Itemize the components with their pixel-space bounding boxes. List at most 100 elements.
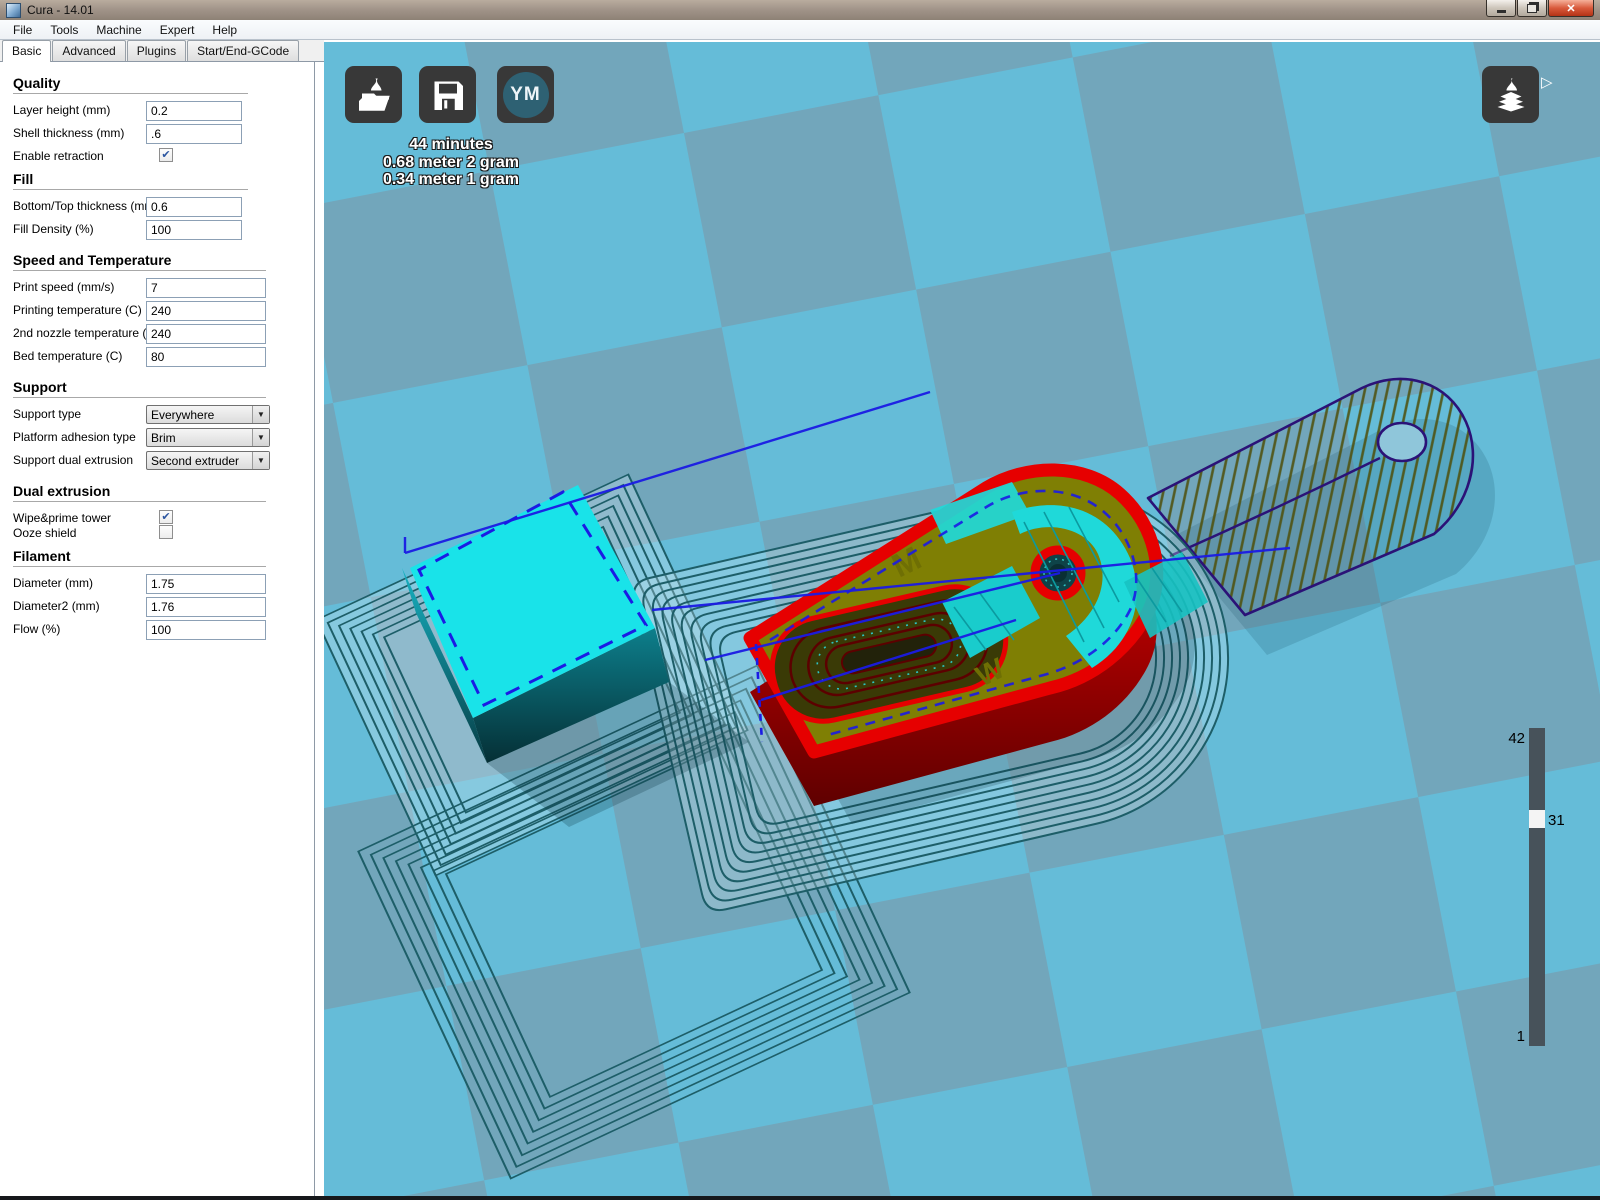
support-dual-extrusion-select[interactable]: Second extruder ▼	[146, 451, 270, 470]
support-dual-extrusion-row: Support dual extrusion Second extruder ▼	[13, 451, 314, 474]
ooze-shield-row: Ooze shield	[13, 524, 314, 539]
enable-retraction-row: Enable retraction	[13, 147, 314, 162]
restore-button[interactable]	[1517, 0, 1547, 17]
bed-temperature-label: Bed temperature (C)	[13, 348, 122, 364]
diameter-input[interactable]	[146, 574, 266, 594]
bed-temperature-row: Bed temperature (C)	[13, 347, 314, 370]
section-fill: Fill	[13, 171, 314, 187]
caption-buttons: ✕	[1485, 0, 1594, 17]
shell-thickness-label: Shell thickness (mm)	[13, 125, 124, 141]
layer-max-label: 42	[1501, 730, 1525, 747]
diameter2-label: Diameter2 (mm)	[13, 598, 100, 614]
chevron-down-icon: ▼	[252, 429, 269, 446]
menu-help[interactable]: Help	[203, 21, 246, 39]
menu-bar: File Tools Machine Expert Help	[0, 20, 1600, 40]
enable-retraction-checkbox[interactable]	[159, 148, 173, 162]
flow-label: Flow (%)	[13, 621, 60, 637]
restore-icon	[1527, 4, 1537, 13]
build-plate-scene: M W	[324, 42, 1600, 1196]
enable-retraction-label: Enable retraction	[13, 148, 104, 164]
printing-temperature-input[interactable]	[146, 301, 266, 321]
layer-height-input[interactable]	[146, 101, 242, 121]
ooze-shield-label: Ooze shield	[13, 525, 76, 541]
chevron-down-icon: ▼	[252, 452, 269, 469]
diameter2-input[interactable]	[146, 597, 266, 617]
wipe-prime-tower-row: Wipe&prime tower	[13, 509, 314, 524]
close-button[interactable]: ✕	[1548, 0, 1594, 17]
view-mode-expand-icon[interactable]: ▷	[1541, 73, 1553, 91]
youmagine-logo: YM	[503, 72, 549, 118]
support-dual-extrusion-label: Support dual extrusion	[13, 452, 133, 468]
close-icon: ✕	[1566, 2, 1575, 15]
support-type-value: Everywhere	[151, 408, 214, 422]
tab-advanced[interactable]: Advanced	[52, 40, 125, 61]
3d-viewport[interactable]: M W	[324, 42, 1600, 1196]
load-model-icon	[353, 74, 395, 116]
menu-expert[interactable]: Expert	[151, 21, 204, 39]
fill-density-input[interactable]	[146, 220, 242, 240]
flow-row: Flow (%)	[13, 620, 314, 643]
print-speed-row: Print speed (mm/s)	[13, 278, 314, 301]
share-youmagine-button[interactable]: YM	[497, 66, 554, 123]
support-type-label: Support type	[13, 406, 81, 422]
load-model-button[interactable]	[345, 66, 402, 123]
section-support: Support	[13, 379, 314, 395]
divider	[13, 397, 266, 398]
menu-tools[interactable]: Tools	[41, 21, 87, 39]
divider	[13, 566, 266, 567]
bottom-top-thickness-row: Bottom/Top thickness (mm)	[13, 197, 314, 220]
taskbar-edge	[0, 1196, 1600, 1200]
print-speed-label: Print speed (mm/s)	[13, 279, 114, 295]
section-filament: Filament	[13, 548, 314, 564]
title-bar[interactable]: Cura - 14.01 ✕	[0, 0, 1600, 21]
platform-adhesion-value: Brim	[151, 431, 176, 445]
settings-sidebar: Basic Advanced Plugins Start/End-GCode Q…	[0, 40, 324, 1196]
support-type-select[interactable]: Everywhere ▼	[146, 405, 270, 424]
fill-density-row: Fill Density (%)	[13, 220, 314, 243]
platform-adhesion-select[interactable]: Brim ▼	[146, 428, 270, 447]
layers-view-icon	[1490, 74, 1532, 116]
printing-temperature-label: Printing temperature (C)	[13, 302, 142, 318]
divider	[13, 270, 266, 271]
support-dual-extrusion-value: Second extruder	[151, 454, 239, 468]
second-nozzle-temperature-row: 2nd nozzle temperature (C)	[13, 324, 314, 347]
section-speed-temperature: Speed and Temperature	[13, 252, 314, 268]
diameter2-row: Diameter2 (mm)	[13, 597, 314, 620]
tag-hole	[1378, 423, 1426, 461]
layer-height-row: Layer height (mm)	[13, 101, 314, 124]
floppy-disk-icon	[427, 74, 469, 116]
window-title: Cura - 14.01	[27, 3, 94, 17]
second-nozzle-temperature-label: 2nd nozzle temperature (C)	[13, 325, 159, 341]
menu-file[interactable]: File	[4, 21, 41, 39]
ooze-shield-checkbox[interactable]	[159, 525, 173, 539]
layer-slider[interactable]: 42 31 1	[1529, 728, 1545, 1046]
menu-machine[interactable]: Machine	[87, 21, 150, 39]
layer-min-label: 1	[1501, 1028, 1525, 1045]
bed-temperature-input[interactable]	[146, 347, 266, 367]
shell-thickness-row: Shell thickness (mm)	[13, 124, 314, 147]
fill-density-label: Fill Density (%)	[13, 221, 94, 237]
tab-start-end-gcode[interactable]: Start/End-GCode	[187, 40, 299, 61]
cura-window: Cura - 14.01 ✕ File Tools Machine Expert…	[0, 0, 1600, 1200]
flow-input[interactable]	[146, 620, 266, 640]
divider	[13, 93, 248, 94]
second-nozzle-temperature-input[interactable]	[146, 324, 266, 344]
minimize-icon	[1497, 10, 1506, 13]
printing-temperature-row: Printing temperature (C)	[13, 301, 314, 324]
bottom-top-thickness-input[interactable]	[146, 197, 242, 217]
print-speed-input[interactable]	[146, 278, 266, 298]
minimize-button[interactable]	[1486, 0, 1516, 17]
tab-strip: Basic Advanced Plugins Start/End-GCode	[0, 40, 324, 62]
save-toolpath-button[interactable]	[419, 66, 476, 123]
print-time: 44 minutes	[344, 136, 558, 154]
basic-settings-page: Quality Layer height (mm) Shell thicknes…	[0, 62, 315, 1196]
view-mode-button[interactable]	[1482, 66, 1539, 123]
wipe-prime-tower-checkbox[interactable]	[159, 510, 173, 524]
layer-height-label: Layer height (mm)	[13, 102, 110, 118]
layer-slider-handle[interactable]	[1529, 810, 1545, 828]
tab-basic[interactable]: Basic	[2, 40, 51, 62]
shell-thickness-input[interactable]	[146, 124, 242, 144]
divider	[13, 189, 248, 190]
tab-plugins[interactable]: Plugins	[127, 40, 186, 61]
bottom-top-thickness-label: Bottom/Top thickness (mm)	[13, 198, 158, 214]
